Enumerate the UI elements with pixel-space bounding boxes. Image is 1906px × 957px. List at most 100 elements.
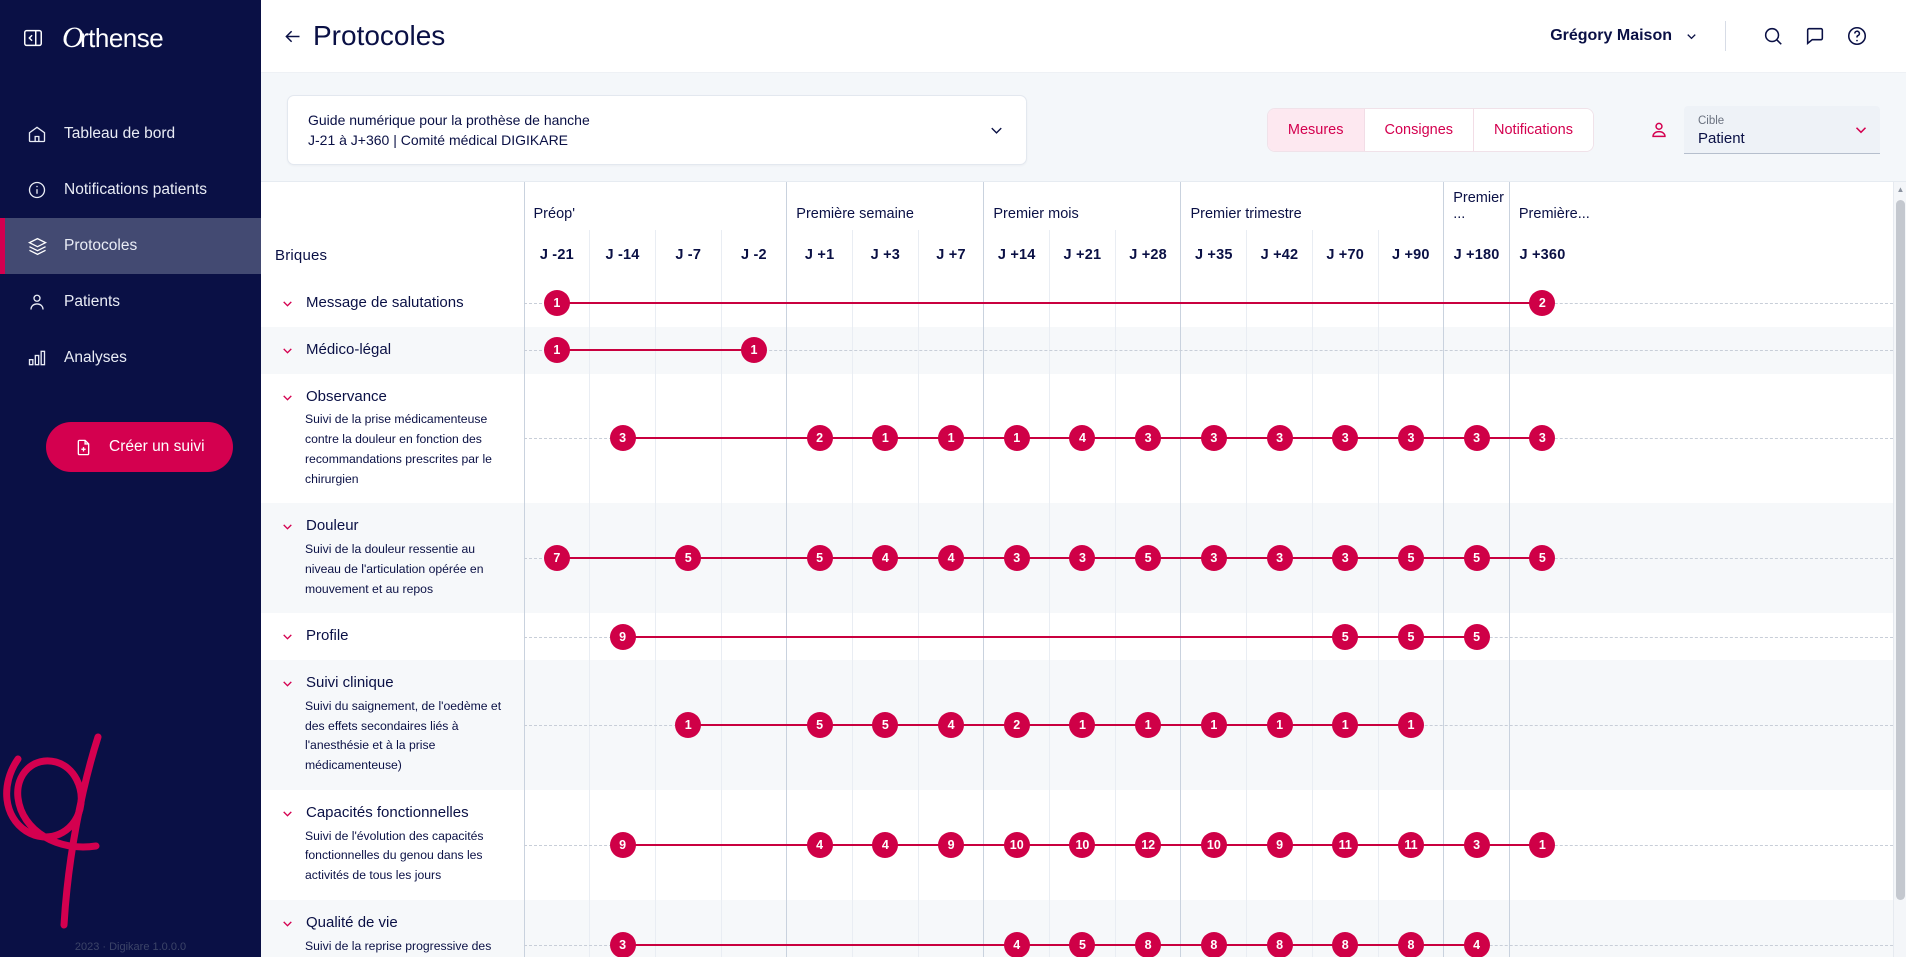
measure-dot[interactable]: 10 xyxy=(1069,831,1096,858)
grid-cell[interactable] xyxy=(654,899,722,957)
measure-dot[interactable]: 2 xyxy=(806,425,833,452)
measure-dot[interactable]: 3 xyxy=(1135,425,1162,452)
chevron-down-icon[interactable] xyxy=(281,917,294,930)
measure-dot[interactable]: 4 xyxy=(1069,425,1096,452)
measure-dot[interactable]: 5 xyxy=(806,712,833,739)
measure-dot[interactable]: 5 xyxy=(1529,545,1556,572)
measure-dot[interactable]: 1 xyxy=(543,290,570,317)
grid-cell[interactable] xyxy=(1246,280,1313,327)
grid-cell[interactable] xyxy=(654,789,722,900)
measure-dot[interactable]: 5 xyxy=(1069,932,1096,957)
grid-cell[interactable] xyxy=(523,899,590,957)
measure-dot[interactable]: 7 xyxy=(543,545,570,572)
grid-cell[interactable] xyxy=(851,899,919,957)
grid-cell[interactable] xyxy=(983,613,1050,661)
measure-dot[interactable]: 8 xyxy=(1266,932,1293,957)
measure-dot[interactable]: 11 xyxy=(1332,831,1359,858)
grid-cell[interactable] xyxy=(720,789,787,900)
sidebar-item-analyses[interactable]: Analyses xyxy=(0,330,261,386)
grid-cell[interactable] xyxy=(720,660,787,790)
grid-cell[interactable] xyxy=(1508,899,1576,957)
grid-cell[interactable] xyxy=(720,503,787,614)
search-icon[interactable] xyxy=(1752,15,1794,57)
measure-dot[interactable]: 9 xyxy=(1266,831,1293,858)
measure-dot[interactable]: 1 xyxy=(740,337,767,364)
table-row[interactable]: Suivi clinique Suivi du saignement, de l'… xyxy=(261,660,1906,790)
grid-cell[interactable] xyxy=(1114,326,1181,374)
user-menu[interactable]: Grégory Maison xyxy=(1550,27,1699,45)
chevron-down-icon[interactable] xyxy=(281,520,294,533)
measure-dot[interactable]: 5 xyxy=(1135,545,1162,572)
grid-cell[interactable] xyxy=(1311,280,1379,327)
measure-dot[interactable]: 3 xyxy=(1332,545,1359,572)
measure-dot[interactable]: 9 xyxy=(609,623,636,650)
measure-dot[interactable]: 8 xyxy=(1200,932,1227,957)
measure-dot[interactable]: 10 xyxy=(1003,831,1030,858)
measure-dot[interactable]: 1 xyxy=(1200,712,1227,739)
measure-dot[interactable]: 5 xyxy=(675,545,702,572)
grid-cell[interactable] xyxy=(720,613,787,661)
grid-cell[interactable] xyxy=(1246,326,1313,374)
tab-consignes[interactable]: Consignes xyxy=(1364,109,1475,151)
measure-dot[interactable]: 4 xyxy=(938,712,965,739)
chevron-down-icon[interactable] xyxy=(281,807,294,820)
grid-cell[interactable] xyxy=(1114,613,1181,661)
grid-cell[interactable] xyxy=(786,899,853,957)
measure-dot[interactable]: 10 xyxy=(1200,831,1227,858)
grid-cell[interactable] xyxy=(523,373,590,504)
grid-cell[interactable] xyxy=(786,326,853,374)
measure-dot[interactable]: 5 xyxy=(1397,623,1424,650)
grid-cell[interactable] xyxy=(1508,613,1576,661)
measure-dot[interactable]: 8 xyxy=(1332,932,1359,957)
measure-dot[interactable]: 3 xyxy=(1003,545,1030,572)
measure-dot[interactable]: 4 xyxy=(1463,932,1490,957)
scroll-up-arrow[interactable]: ▲ xyxy=(1896,185,1905,194)
measure-dot[interactable]: 1 xyxy=(938,425,965,452)
scrollbar-thumb[interactable] xyxy=(1896,200,1905,900)
table-row[interactable]: Capacités fonctionnelles Suivi de l'évolu… xyxy=(261,789,1906,900)
measure-dot[interactable]: 1 xyxy=(1069,712,1096,739)
grid-cell[interactable] xyxy=(654,373,722,504)
measure-dot[interactable]: 5 xyxy=(1397,545,1424,572)
grid-cell[interactable] xyxy=(1443,660,1510,790)
measure-dot[interactable]: 3 xyxy=(609,425,636,452)
grid-cell[interactable] xyxy=(786,613,853,661)
sidebar-item-protocoles[interactable]: Protocoles xyxy=(0,218,261,274)
measure-dot[interactable]: 5 xyxy=(872,712,899,739)
measure-dot[interactable]: 9 xyxy=(938,831,965,858)
measure-dot[interactable]: 1 xyxy=(1266,712,1293,739)
grid-cell[interactable] xyxy=(1377,280,1444,327)
grid-cell[interactable] xyxy=(786,280,853,327)
grid-cell[interactable] xyxy=(523,660,590,790)
grid-cell[interactable] xyxy=(917,280,984,327)
measure-dot[interactable]: 4 xyxy=(806,831,833,858)
grid-cell[interactable] xyxy=(1114,280,1181,327)
measure-dot[interactable]: 5 xyxy=(806,545,833,572)
measure-dot[interactable]: 3 xyxy=(1529,425,1556,452)
measure-dot[interactable]: 5 xyxy=(1463,545,1490,572)
grid-cell[interactable] xyxy=(851,280,919,327)
measure-dot[interactable]: 3 xyxy=(1463,425,1490,452)
measure-dot[interactable]: 5 xyxy=(1332,623,1359,650)
grid-cell[interactable] xyxy=(1311,326,1379,374)
grid-cell[interactable] xyxy=(1049,326,1116,374)
grid-cell[interactable] xyxy=(720,373,787,504)
measure-dot[interactable]: 1 xyxy=(1332,712,1359,739)
table-row[interactable]: Observance Suivi de la prise médicamenteu… xyxy=(261,373,1906,504)
measure-dot[interactable]: 1 xyxy=(1529,831,1556,858)
chevron-down-icon[interactable] xyxy=(281,677,294,690)
measure-dot[interactable]: 3 xyxy=(1397,425,1424,452)
measure-dot[interactable]: 2 xyxy=(1003,712,1030,739)
grid-cell[interactable] xyxy=(1049,613,1116,661)
sidebar-item-notifications-patients[interactable]: Notifications patients xyxy=(0,162,261,218)
measure-dot[interactable]: 1 xyxy=(543,337,570,364)
measure-dot[interactable]: 9 xyxy=(609,831,636,858)
arrow-left-icon[interactable] xyxy=(277,21,307,51)
measure-dot[interactable]: 8 xyxy=(1135,932,1162,957)
measure-dot[interactable]: 4 xyxy=(872,545,899,572)
measure-dot[interactable]: 3 xyxy=(1463,831,1490,858)
grid-cell[interactable] xyxy=(1049,280,1116,327)
grid-cell[interactable] xyxy=(1443,326,1510,374)
help-circle-icon[interactable] xyxy=(1836,15,1878,57)
grid-cell[interactable] xyxy=(589,326,656,374)
